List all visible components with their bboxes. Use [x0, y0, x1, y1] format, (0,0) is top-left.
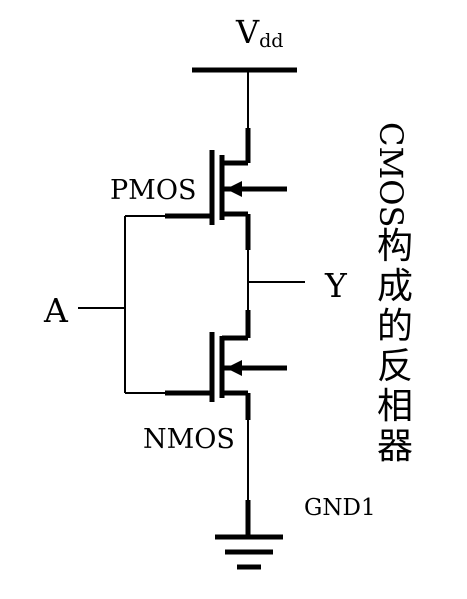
ground-icon	[215, 534, 283, 570]
nmos-transistor	[165, 332, 287, 402]
vdd-rail	[192, 67, 297, 163]
ground-label: GND1	[304, 495, 376, 521]
caption-char: 的	[377, 306, 413, 347]
caption-chars: 构成的反相器	[377, 226, 413, 467]
caption-char: 器	[377, 426, 413, 467]
caption-char: 构	[377, 226, 413, 267]
input-wiring	[78, 215, 165, 394]
caption-char: 反	[377, 346, 413, 387]
output-node	[245, 214, 305, 338]
caption-latin: CMOS	[372, 122, 410, 227]
nmos-label: NMOS	[143, 424, 235, 455]
vdd-label: Vdd	[235, 13, 283, 52]
input-label: A	[43, 291, 69, 330]
caption-char: 成	[377, 266, 413, 307]
cmos-inverter-diagram: Vdd PMOS NMOS A Y GND1 CMOS 构成的反相器	[0, 0, 467, 594]
pmos-label: PMOS	[110, 175, 196, 206]
output-label: Y	[324, 266, 348, 305]
caption-char: 相	[377, 386, 413, 427]
